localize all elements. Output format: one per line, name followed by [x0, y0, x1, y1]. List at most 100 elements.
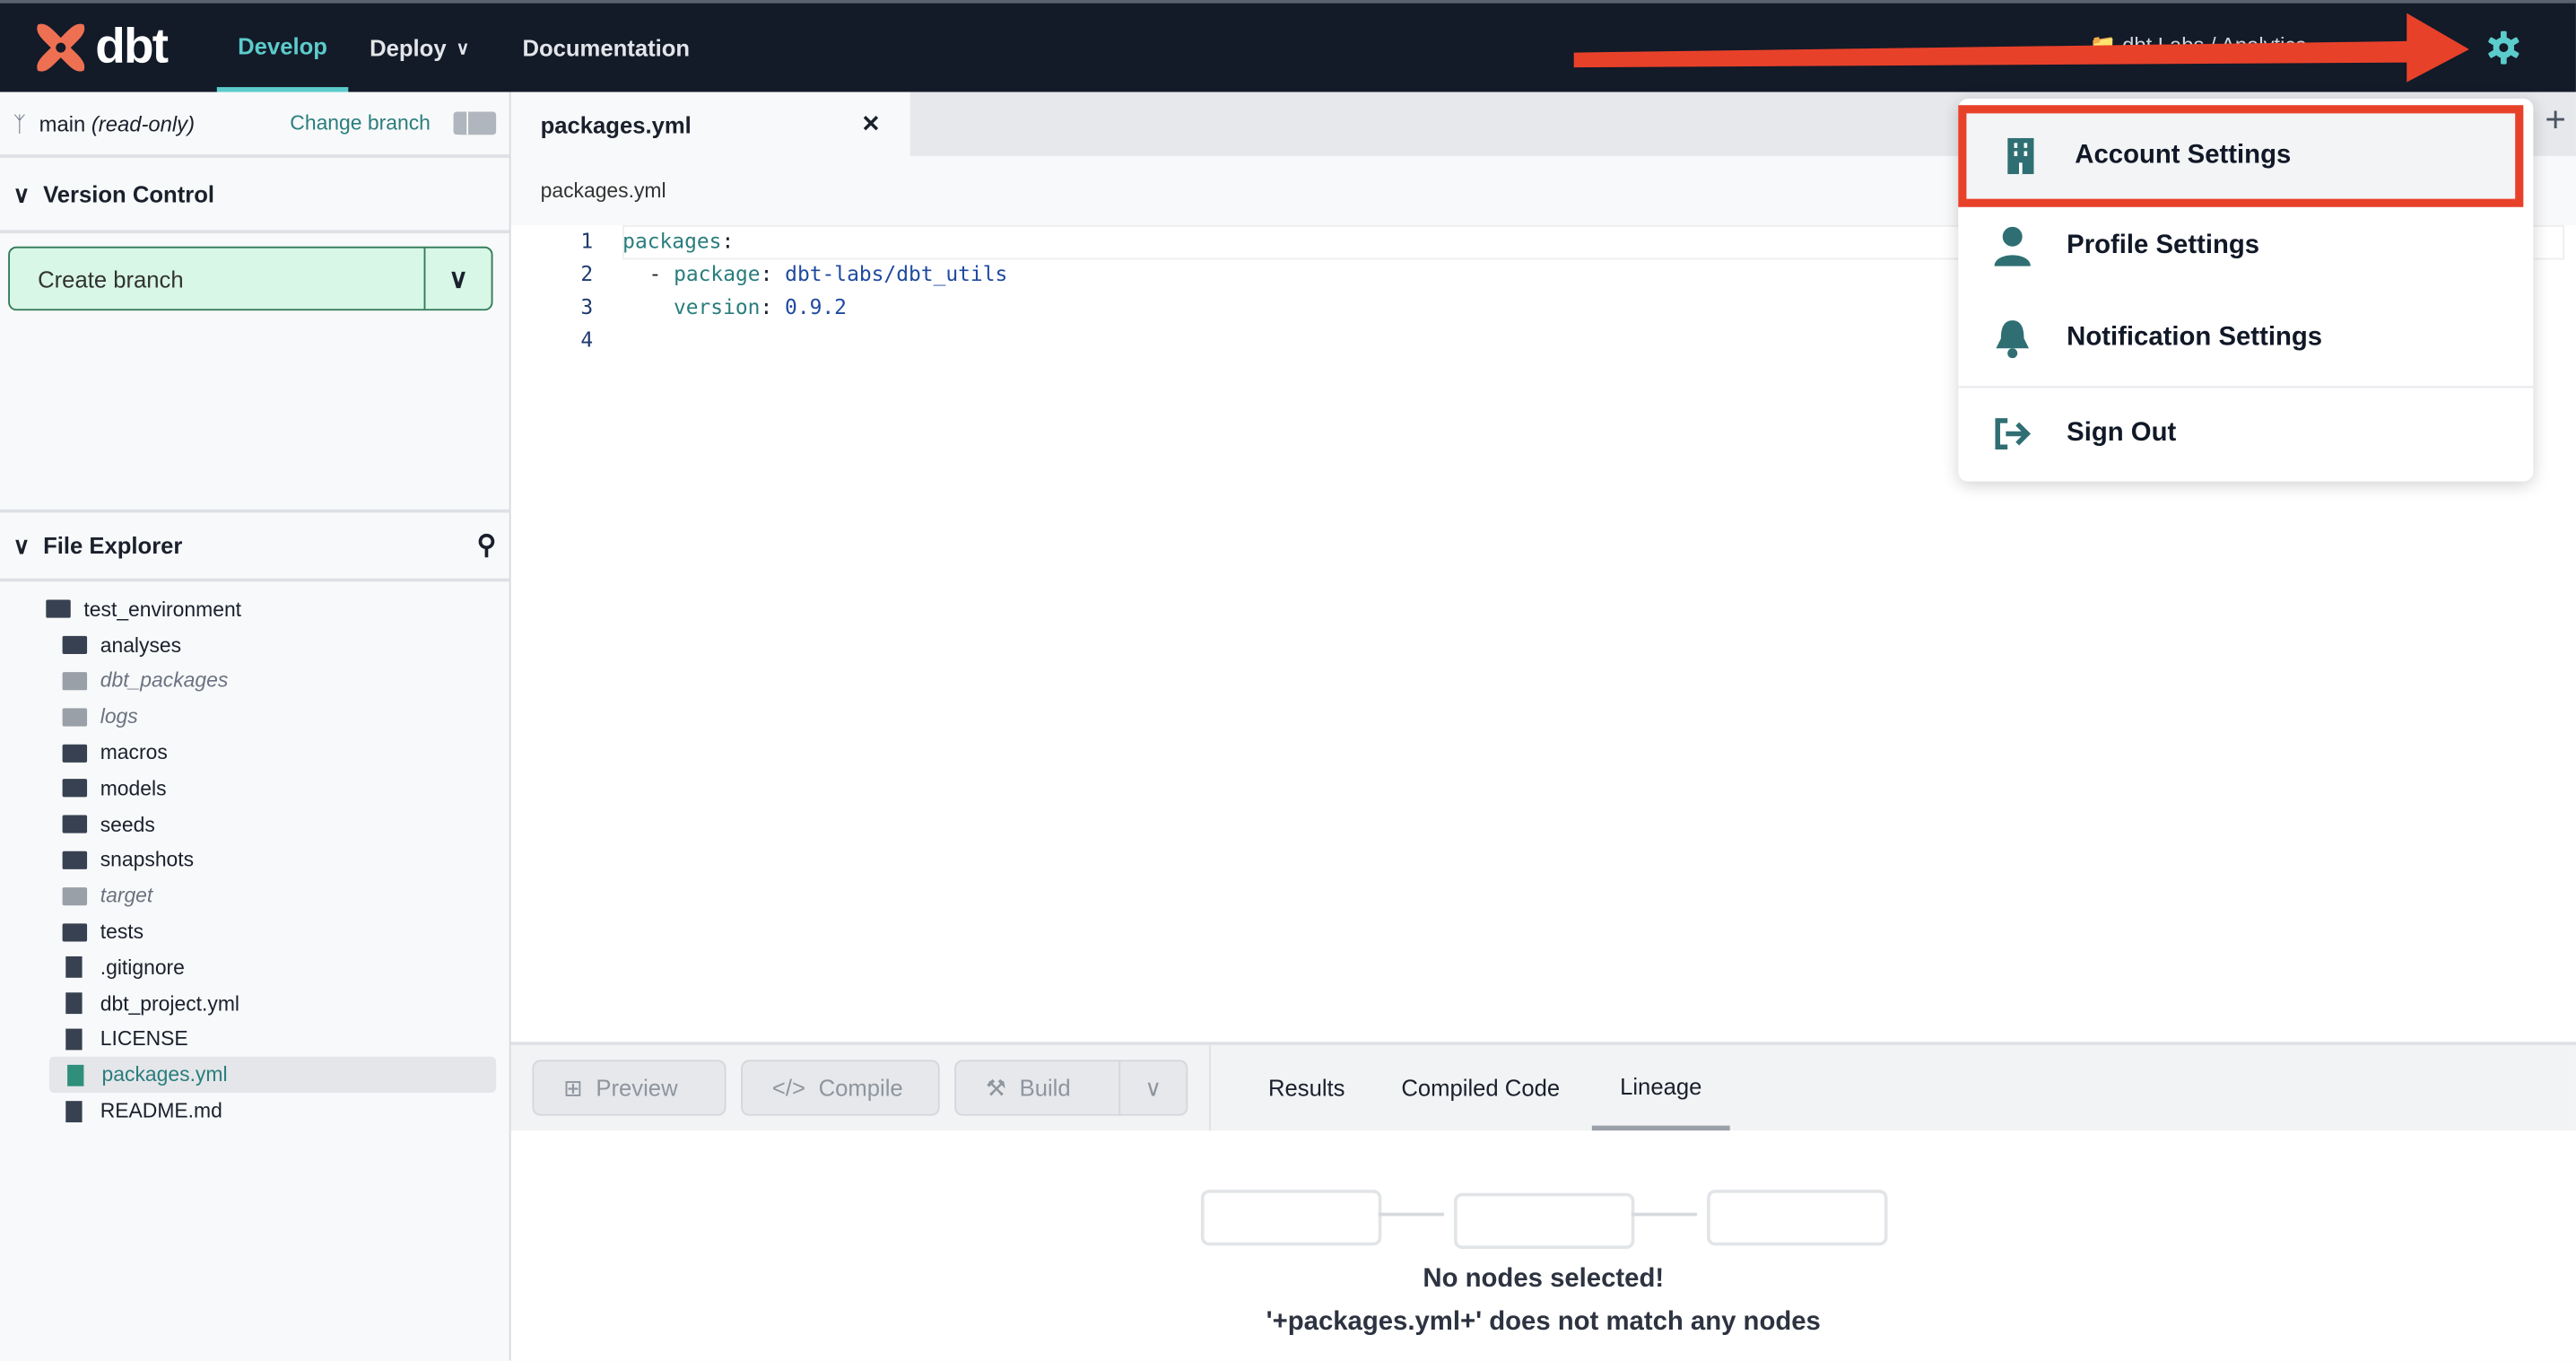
create-branch-button-group: Create branch ∨	[8, 246, 493, 311]
nav-deploy[interactable]: Deploy ∨	[370, 4, 469, 92]
line-number: 2	[580, 261, 594, 286]
folder-icon	[62, 851, 88, 869]
file-tree-item[interactable]: snapshots	[0, 842, 509, 878]
create-branch-dropdown[interactable]: ∨	[425, 249, 491, 310]
file-tree-item-label: LICENSE	[100, 1027, 188, 1051]
empty-title: No nodes selected!	[1423, 1265, 1665, 1294]
folder-icon	[62, 672, 88, 691]
dbt-logo[interactable]: dbt	[33, 19, 169, 75]
code-line: version: 0.9.2	[674, 294, 847, 318]
line-number: 4	[580, 327, 594, 352]
tab-label: Results	[1267, 1074, 1345, 1102]
building-icon	[1966, 137, 2075, 175]
bell-icon	[1958, 318, 2067, 359]
file-tree-item-label: .gitignore	[100, 955, 185, 980]
file-tree: test_environment analyses dbt_packageslogs…	[0, 591, 509, 1129]
punct: :	[721, 228, 735, 254]
gear-icon[interactable]	[2485, 30, 2521, 65]
file-tree-item-label: packages.yml	[101, 1063, 228, 1087]
add-tab-icon[interactable]: +	[2545, 99, 2566, 142]
file-tree-item[interactable]: dbt_packages	[0, 663, 509, 699]
file-tree-item[interactable]: models	[0, 771, 509, 807]
logo-text: dbt	[95, 19, 169, 74]
menu-item-account-settings[interactable]: Account Settings	[1958, 105, 2524, 207]
menu-item-profile-settings[interactable]: Profile Settings	[1958, 200, 2533, 292]
tab-compiled-code[interactable]: Compiled Code	[1401, 1045, 1560, 1130]
line-number: 1	[580, 228, 594, 254]
file-tree-item[interactable]: tests	[0, 914, 509, 950]
chevron-down-icon[interactable]: ∨	[1118, 1060, 1186, 1116]
folder-icon	[62, 743, 88, 763]
button-label: Compile	[818, 1074, 903, 1102]
branch-name: main	[39, 110, 86, 136]
code-line: - package: dbt-labs/dbt_utils	[648, 261, 1007, 285]
file-tree-item[interactable]: packages.yml	[48, 1057, 497, 1094]
tab-packages-yml[interactable]: packages.yml ✕	[510, 92, 910, 157]
project-path-text: dbt Labs / Analytics	[2122, 32, 2307, 58]
preview-button[interactable]: ⊞ Preview	[532, 1060, 727, 1116]
file-tree-item-label: tests	[100, 920, 144, 944]
folder-icon	[62, 636, 88, 655]
nav-develop[interactable]: Develop	[216, 4, 349, 92]
file-tree-item[interactable]: test_environment	[0, 591, 509, 627]
build-button[interactable]: ⚒ Build ∨	[954, 1060, 1188, 1116]
file-icon	[67, 1064, 84, 1086]
folder-icon: 📁	[2089, 32, 2117, 58]
create-branch-button[interactable]: Create branch	[10, 248, 426, 310]
version-control-header[interactable]: ∨ Version Control	[0, 158, 509, 234]
button-label: Preview	[596, 1074, 678, 1102]
nav-label: Deploy	[370, 34, 447, 61]
code-line: packages:	[622, 229, 734, 253]
yaml-value: dbt-labs/dbt_utils	[785, 261, 1008, 286]
breadcrumb-item: packages.yml	[540, 179, 666, 203]
close-icon[interactable]: ✕	[861, 110, 880, 138]
file-tree-item[interactable]: target	[0, 878, 509, 914]
nav-documentation[interactable]: Documentation	[522, 4, 690, 92]
search-icon[interactable]: ⚲	[477, 529, 496, 563]
button-label: Build	[1019, 1074, 1071, 1102]
tab-label: Lineage	[1620, 1072, 1702, 1099]
file-tree-item[interactable]: LICENSE	[0, 1021, 509, 1057]
yaml-key: version	[673, 293, 761, 319]
file-tree-item-label: README.md	[100, 1099, 222, 1123]
menu-item-notification-settings[interactable]: Notification Settings	[1958, 292, 2533, 385]
file-tree-item[interactable]: seeds	[0, 807, 509, 842]
file-tree-item[interactable]: dbt_project.yml	[0, 986, 509, 1022]
sidebar: ᛉ main (read-only) Change branch ∨ Versio…	[0, 92, 511, 1361]
folder-icon	[62, 815, 88, 833]
tab-lineage[interactable]: Lineage	[1591, 1045, 1730, 1131]
menu-item-label: Profile Settings	[2067, 231, 2260, 260]
file-tree-item-label: target	[100, 884, 153, 908]
menu-item-label: Sign Out	[2067, 419, 2177, 448]
file-icon	[65, 1028, 83, 1051]
punct: :	[760, 261, 786, 286]
file-tree-item[interactable]: macros	[0, 735, 509, 771]
folder-icon	[62, 779, 88, 798]
file-tree-item[interactable]: logs	[0, 699, 509, 735]
file-tree-item-label: logs	[100, 705, 138, 728]
empty-message: '+packages.yml+' does not match any node…	[1266, 1307, 1821, 1337]
change-branch-link[interactable]: Change branch	[290, 112, 431, 135]
git-branch-icon: ᛉ	[13, 110, 26, 136]
file-icon	[65, 1100, 83, 1122]
book-icon[interactable]	[453, 111, 497, 135]
yaml-key: packages	[622, 228, 722, 254]
yaml-value: 0.9.2	[785, 293, 847, 319]
sign-out-icon	[1958, 417, 2067, 450]
file-tree-item[interactable]: README.md	[0, 1093, 509, 1129]
project-path[interactable]: 📁 dbt Labs / Analytics	[2090, 33, 2306, 59]
file-explorer-header[interactable]: ∨ File Explorer ⚲	[0, 509, 509, 582]
menu-item-sign-out[interactable]: Sign Out	[1958, 388, 2533, 480]
chevron-down-icon: ∨	[13, 531, 30, 558]
file-icon	[65, 992, 83, 1015]
settings-dropdown-menu: Account Settings Profile Settings Notifi…	[1958, 98, 2534, 482]
file-tree-item[interactable]: .gitignore	[0, 950, 509, 986]
file-tree-item-label: dbt_project.yml	[100, 991, 239, 1016]
tab-label: packages.yml	[540, 110, 692, 137]
tab-results[interactable]: Results	[1268, 1045, 1345, 1130]
branch-row: ᛉ main (read-only) Change branch	[0, 92, 509, 158]
file-tree-item[interactable]: analyses	[0, 627, 509, 663]
compile-button[interactable]: </> Compile	[741, 1060, 940, 1116]
file-icon	[65, 956, 83, 979]
top-navbar: dbt Develop Deploy ∨ Documentation 📁 dbt …	[0, 0, 2576, 92]
